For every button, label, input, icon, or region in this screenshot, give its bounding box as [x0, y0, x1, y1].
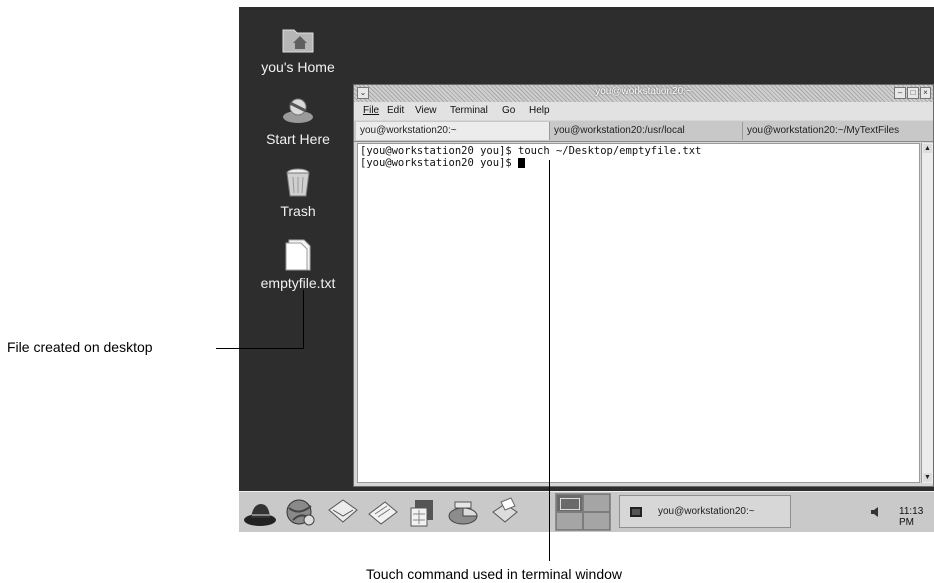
main-menu-button[interactable]: [243, 496, 279, 533]
menu-terminal[interactable]: Terminal: [450, 105, 488, 116]
desktop-icon-home[interactable]: you's Home: [243, 21, 353, 75]
trash-icon: [286, 168, 310, 197]
terminal-titlebar[interactable]: ⌄ you@workstation20:~ – □ ×: [354, 85, 933, 102]
callout-line: [303, 290, 304, 349]
mail-icon: [328, 499, 358, 523]
desktop-icon-start-here[interactable]: Start Here: [243, 93, 353, 147]
terminal-prompt: [you@workstation20 you]$: [360, 157, 519, 169]
terminal-tabbar: you@workstation20:~ you@workstation20:/u…: [354, 121, 933, 142]
maximize-button[interactable]: □: [907, 87, 919, 99]
home-folder-icon: [282, 29, 314, 53]
window-thumbnail: [560, 498, 580, 510]
terminal-scrollbar[interactable]: ▲ ▼: [921, 143, 933, 483]
terminal-line: [you@workstation20 you]$ touch ~/Desktop…: [360, 145, 702, 157]
spreadsheet-icon: [410, 500, 433, 527]
workspace-4[interactable]: [583, 512, 610, 530]
menu-view[interactable]: View: [415, 105, 437, 116]
tab-label: you@workstation20:~: [360, 125, 457, 136]
presentation-launcher[interactable]: [445, 496, 481, 533]
minimize-button[interactable]: –: [894, 87, 906, 99]
terminal-menubar: File Edit View Terminal Go Help: [354, 102, 933, 120]
bottom-panel: you@workstation20:~ 11:13 PM: [239, 491, 934, 532]
terminal-icon: [630, 507, 642, 517]
clock[interactable]: 11:13 PM: [899, 506, 934, 528]
taskbar-label: you@workstation20:~: [658, 506, 755, 517]
minimize-icon: –: [897, 88, 903, 97]
printer-icon: [492, 497, 518, 523]
web-browser-launcher[interactable]: [283, 496, 319, 533]
menu-label: Terminal: [450, 105, 488, 116]
menu-label: View: [415, 105, 437, 116]
workspace-2[interactable]: [583, 494, 610, 512]
email-launcher[interactable]: [325, 496, 361, 533]
callout-line: [549, 160, 550, 561]
annotation-bottom: Touch command used in terminal window: [366, 566, 623, 582]
annotation-left: File created on desktop: [7, 339, 153, 355]
callout-line: [216, 348, 304, 349]
writer-launcher[interactable]: [365, 496, 401, 533]
tab-label: you@workstation20:/usr/local: [554, 125, 685, 136]
desktop-icon-label: emptyfile.txt: [260, 275, 336, 291]
tab-home[interactable]: you@workstation20:~: [356, 122, 550, 140]
maximize-icon: □: [910, 88, 916, 97]
menu-edit[interactable]: Edit: [387, 105, 404, 116]
taskbar-terminal-button[interactable]: you@workstation20:~: [619, 495, 791, 528]
tab-label: you@workstation20:~/MyTextFiles: [747, 125, 900, 136]
globe-icon: [286, 499, 315, 526]
tab-usr-local[interactable]: you@workstation20:/usr/local: [550, 122, 743, 140]
pie-chart-icon: [448, 501, 478, 525]
menu-go[interactable]: Go: [502, 105, 515, 116]
menu-label: Edit: [387, 105, 405, 116]
volume-icon[interactable]: [869, 505, 883, 519]
terminal-output[interactable]: [you@workstation20 you]$ touch ~/Desktop…: [357, 143, 920, 483]
terminal-line-prompt: [you@workstation20 you]$: [360, 157, 917, 169]
start-here-icon: [283, 98, 313, 123]
menu-help[interactable]: Help: [529, 105, 550, 116]
menu-label: Help: [529, 105, 550, 116]
red-hat-icon: [244, 504, 276, 526]
menu-label: File: [363, 105, 380, 116]
window-title: you@workstation20:~: [595, 86, 692, 97]
menu-label: Go: [502, 105, 516, 116]
desktop-icon-trash[interactable]: Trash: [243, 165, 353, 219]
close-icon: ×: [923, 88, 928, 97]
terminal-window: ⌄ you@workstation20:~ – □ × File Edit Vi…: [353, 84, 934, 487]
scroll-up-icon[interactable]: ▲: [923, 144, 932, 153]
desktop-icon-label: Start Here: [266, 131, 330, 147]
menu-file[interactable]: File: [363, 105, 379, 116]
document-pen-icon: [368, 501, 398, 525]
spreadsheet-launcher[interactable]: [405, 496, 441, 533]
tab-mytextfiles[interactable]: you@workstation20:~/MyTextFiles: [743, 122, 933, 140]
desktop-icon-label: you's Home: [261, 59, 335, 75]
workspace-3[interactable]: [556, 512, 583, 530]
print-manager-launcher[interactable]: [487, 496, 523, 533]
workspace-switcher[interactable]: [555, 493, 611, 531]
scroll-down-icon[interactable]: ▼: [923, 473, 932, 482]
text-cursor: [518, 158, 526, 168]
close-button[interactable]: ×: [920, 87, 931, 99]
desktop-icon-emptyfile[interactable]: emptyfile.txt: [243, 237, 353, 291]
text-file-icon: [285, 239, 311, 271]
desktop-icon-label: Trash: [280, 203, 316, 219]
workspace-1[interactable]: [556, 494, 583, 512]
